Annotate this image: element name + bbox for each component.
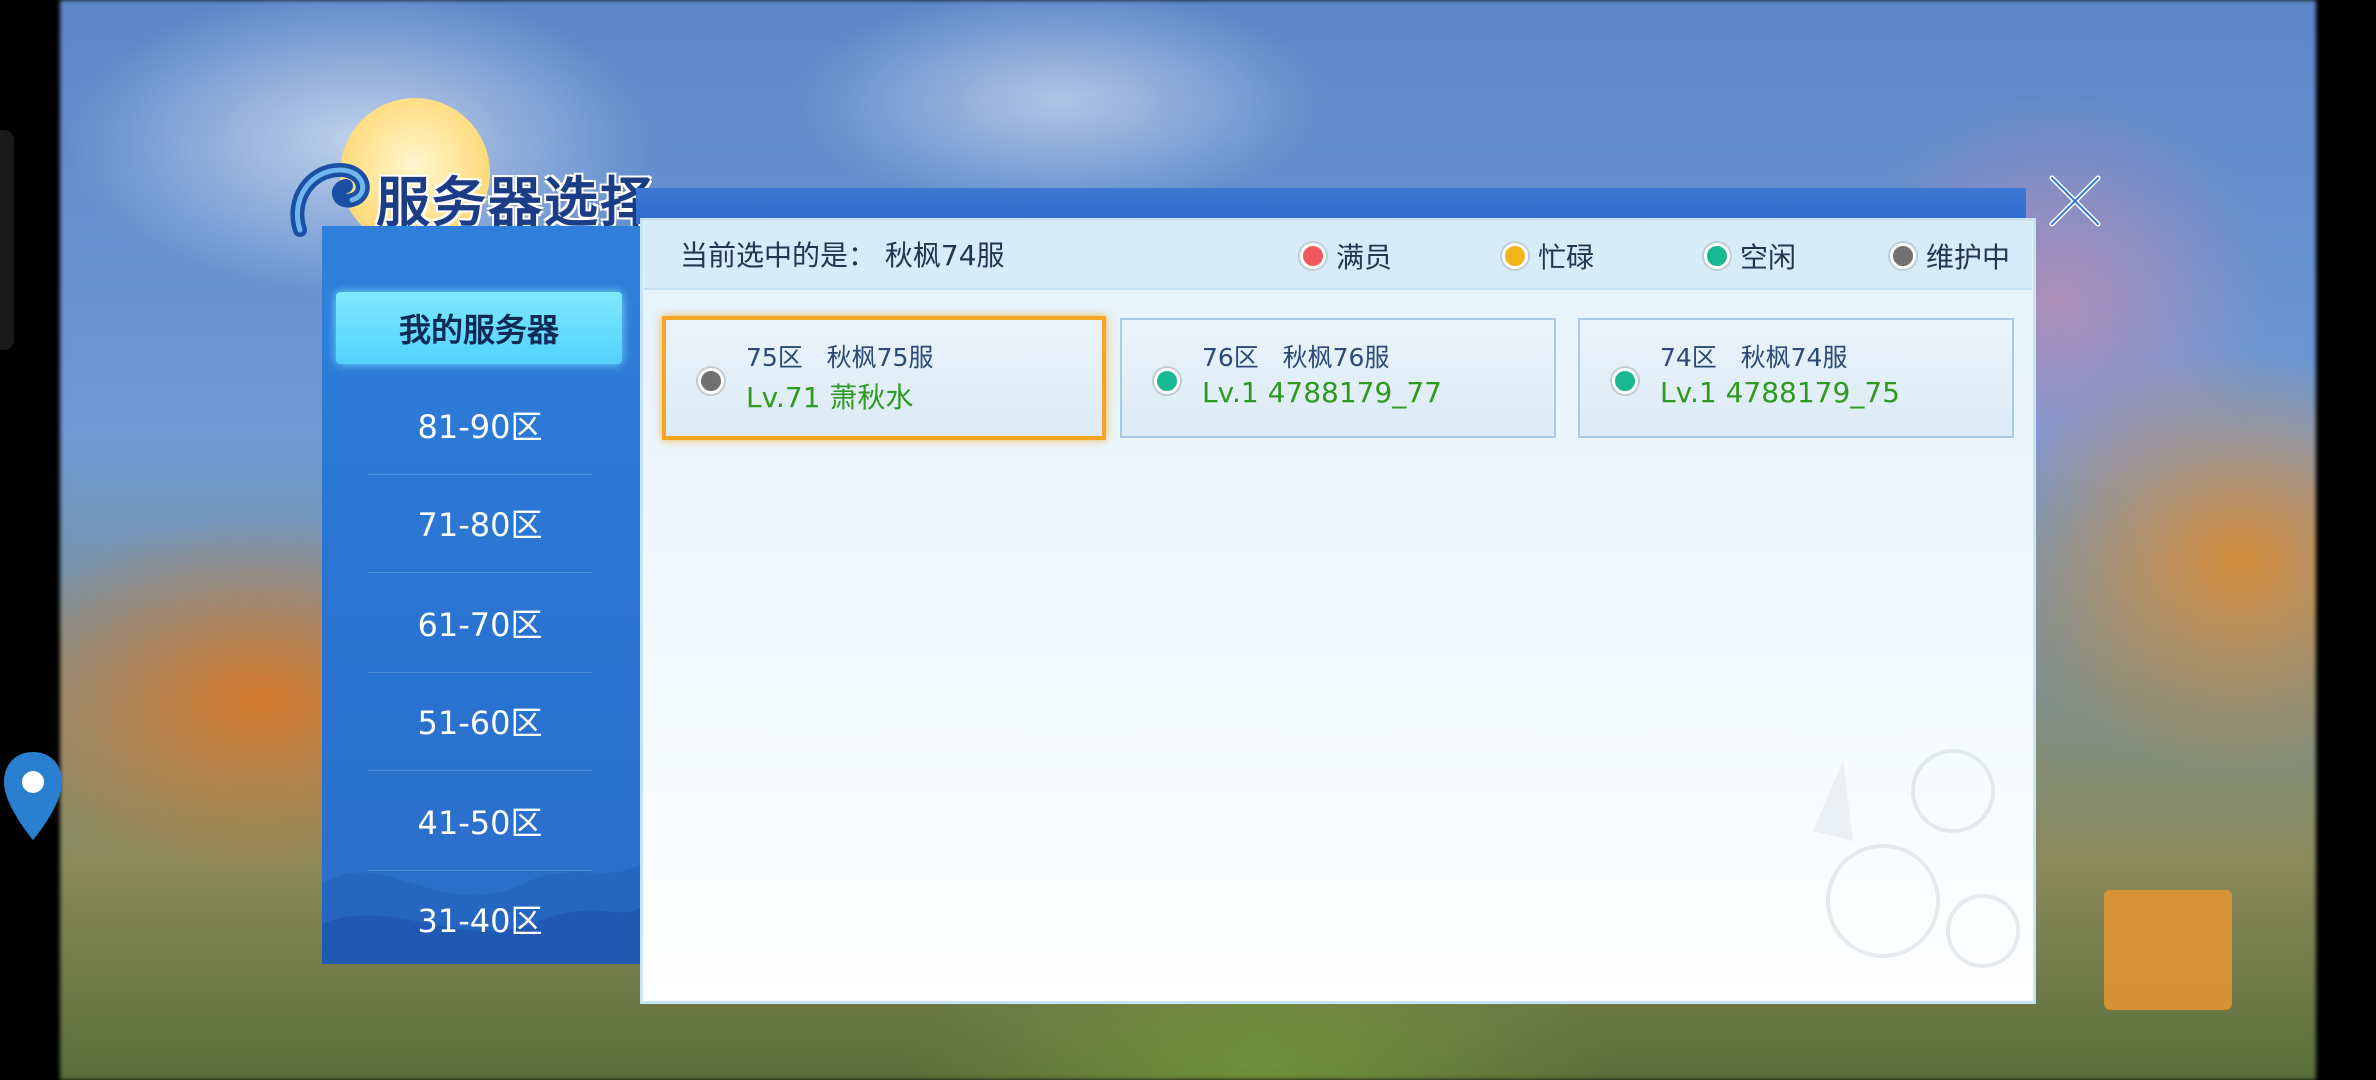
sidebar-item-81-90[interactable]: 81-90区 bbox=[368, 376, 592, 475]
legend-maintenance: 维护中 bbox=[1890, 232, 2010, 280]
server-card-74[interactable]: 74区 秋枫74服 Lv.1 4788179_75 bbox=[1578, 318, 2014, 438]
sidebar-item-41-50[interactable]: 41-50区 bbox=[368, 772, 592, 871]
server-card-75[interactable]: 75区 秋枫75服 Lv.71 萧秋水 bbox=[662, 316, 1106, 440]
side-handle[interactable] bbox=[0, 130, 14, 350]
map-pin-icon[interactable] bbox=[0, 748, 66, 844]
sidebar-item-31-40[interactable]: 31-40区 bbox=[368, 870, 592, 964]
maintenance-status-icon bbox=[698, 368, 724, 394]
current-selection-text: 当前选中的是： 秋枫74服 bbox=[680, 239, 1005, 272]
background-decoration bbox=[2104, 890, 2232, 1010]
legend-label: 满员 bbox=[1336, 241, 1393, 274]
server-name: 76区 秋枫76服 bbox=[1202, 343, 1390, 372]
sidebar-item-51-60[interactable]: 51-60区 bbox=[368, 672, 592, 771]
full-status-icon bbox=[1300, 243, 1326, 269]
zone-sidebar: 我的服务器 81-90区 71-80区 61-70区 51-60区 41-50区… bbox=[322, 226, 640, 964]
legend-label: 忙碌 bbox=[1538, 241, 1595, 274]
character-info: Lv.1 4788179_77 bbox=[1202, 376, 1442, 409]
server-name: 74区 秋枫74服 bbox=[1660, 343, 1848, 372]
legend-full: 满员 bbox=[1300, 232, 1392, 280]
character-info: Lv.1 4788179_75 bbox=[1660, 376, 1900, 409]
busy-status-icon bbox=[1502, 243, 1528, 269]
server-name: 75区 秋枫75服 bbox=[746, 343, 934, 372]
maintenance-status-icon bbox=[1890, 243, 1916, 269]
idle-status-icon bbox=[1612, 368, 1638, 394]
flower-decoration bbox=[1813, 749, 2020, 968]
idle-status-icon bbox=[1154, 368, 1180, 394]
sidebar-item-my-servers[interactable]: 我的服务器 bbox=[336, 292, 622, 364]
legend-label: 维护中 bbox=[1926, 241, 2011, 274]
server-card-76[interactable]: 76区 秋枫76服 Lv.1 4788179_77 bbox=[1120, 318, 1556, 438]
legend-label: 空闲 bbox=[1740, 241, 1797, 274]
legend-busy: 忙碌 bbox=[1502, 232, 1594, 280]
sidebar-item-71-80[interactable]: 71-80区 bbox=[368, 474, 592, 573]
idle-status-icon bbox=[1704, 243, 1730, 269]
legend-idle: 空闲 bbox=[1704, 232, 1796, 280]
character-info: Lv.71 萧秋水 bbox=[746, 381, 914, 414]
sidebar-item-61-70[interactable]: 61-70区 bbox=[368, 574, 592, 673]
close-icon[interactable] bbox=[2040, 166, 2110, 236]
